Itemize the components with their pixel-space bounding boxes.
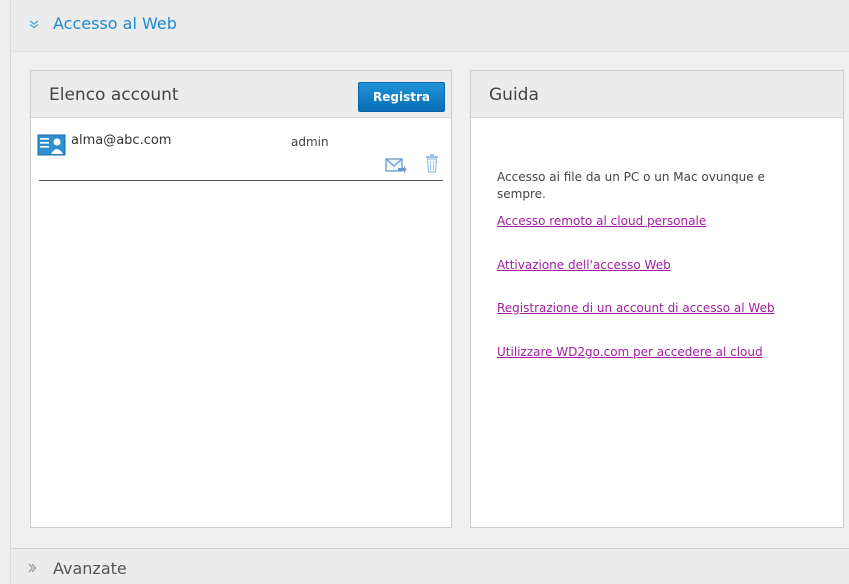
advanced-section-title[interactable]: Avanzate bbox=[53, 559, 127, 579]
accounts-panel: Elenco account Registra alma@abc.com adm… bbox=[30, 70, 452, 528]
guide-link-wd2go[interactable]: Utilizzare WD2go.com per accedere al clo… bbox=[497, 344, 763, 360]
web-access-content: Elenco account Registra alma@abc.com adm… bbox=[10, 52, 849, 548]
guide-link-register-account[interactable]: Registrazione di un account di accesso a… bbox=[497, 300, 775, 316]
accounts-panel-title: Elenco account bbox=[49, 85, 179, 105]
accounts-panel-header: Elenco account Registra bbox=[31, 71, 451, 118]
account-role: admin bbox=[291, 135, 329, 149]
guide-panel-title: Guida bbox=[489, 85, 539, 105]
guide-link-enable-web-access[interactable]: Attivazione dell'accesso Web bbox=[497, 257, 671, 273]
user-card-icon bbox=[37, 133, 67, 157]
chevron-right-icon[interactable] bbox=[27, 560, 39, 576]
guide-description: Accesso ai file da un PC o un Mac ovunqu… bbox=[497, 170, 765, 201]
account-row[interactable]: alma@abc.com admin bbox=[37, 129, 443, 181]
web-access-section-title[interactable]: Accesso al Web bbox=[53, 14, 177, 34]
guide-panel-header: Guida bbox=[471, 71, 843, 118]
trash-icon[interactable] bbox=[425, 153, 439, 173]
web-access-section-header[interactable]: Accesso al Web bbox=[10, 0, 849, 52]
chevron-down-icon[interactable] bbox=[29, 14, 43, 34]
advanced-section-header[interactable]: Avanzate bbox=[10, 548, 849, 584]
guide-panel: Guida Accesso ai file da un PC o un Mac … bbox=[470, 70, 844, 528]
register-button[interactable]: Registra bbox=[358, 82, 445, 112]
email-icon[interactable] bbox=[385, 157, 407, 175]
account-email: alma@abc.com bbox=[71, 133, 172, 148]
guide-link-remote-access[interactable]: Accesso remoto al cloud personale bbox=[497, 213, 706, 229]
